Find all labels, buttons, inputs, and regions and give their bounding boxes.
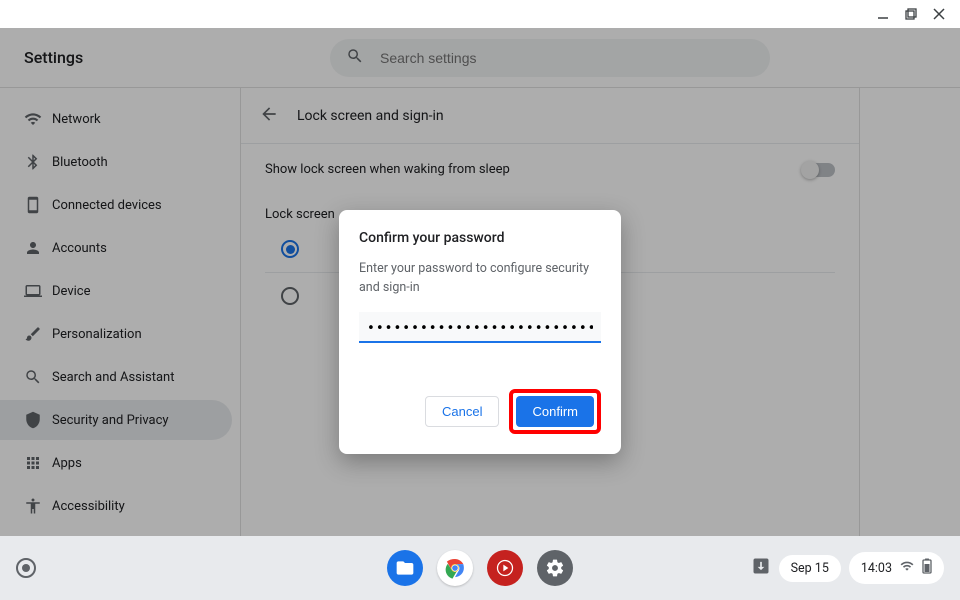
status-tray[interactable]: 14:03 [849,552,944,584]
minimize-button[interactable] [876,7,890,21]
dialog-body: Enter your password to configure securit… [359,260,601,298]
close-button[interactable] [932,7,946,21]
confirm-password-dialog: Confirm your password Enter your passwor… [339,210,621,454]
dialog-title: Confirm your password [359,230,601,246]
shelf: Sep 15 14:03 [0,536,960,600]
launcher-button[interactable] [16,558,36,578]
date-pill[interactable]: Sep 15 [779,555,841,582]
settings-app-icon[interactable] [537,550,573,586]
confirm-highlight: Confirm [509,389,601,434]
notifications-icon[interactable] [751,556,771,580]
time-label: 14:03 [861,561,892,576]
battery-status-icon [922,558,932,578]
wifi-status-icon [900,559,914,577]
files-app-icon[interactable] [387,550,423,586]
window-controls [0,0,960,28]
youtube-music-icon[interactable] [487,550,523,586]
password-input[interactable] [359,312,601,343]
maximize-button[interactable] [904,7,918,21]
confirm-button[interactable]: Confirm [516,396,594,427]
cancel-button[interactable]: Cancel [425,396,499,427]
chrome-app-icon[interactable] [437,550,473,586]
